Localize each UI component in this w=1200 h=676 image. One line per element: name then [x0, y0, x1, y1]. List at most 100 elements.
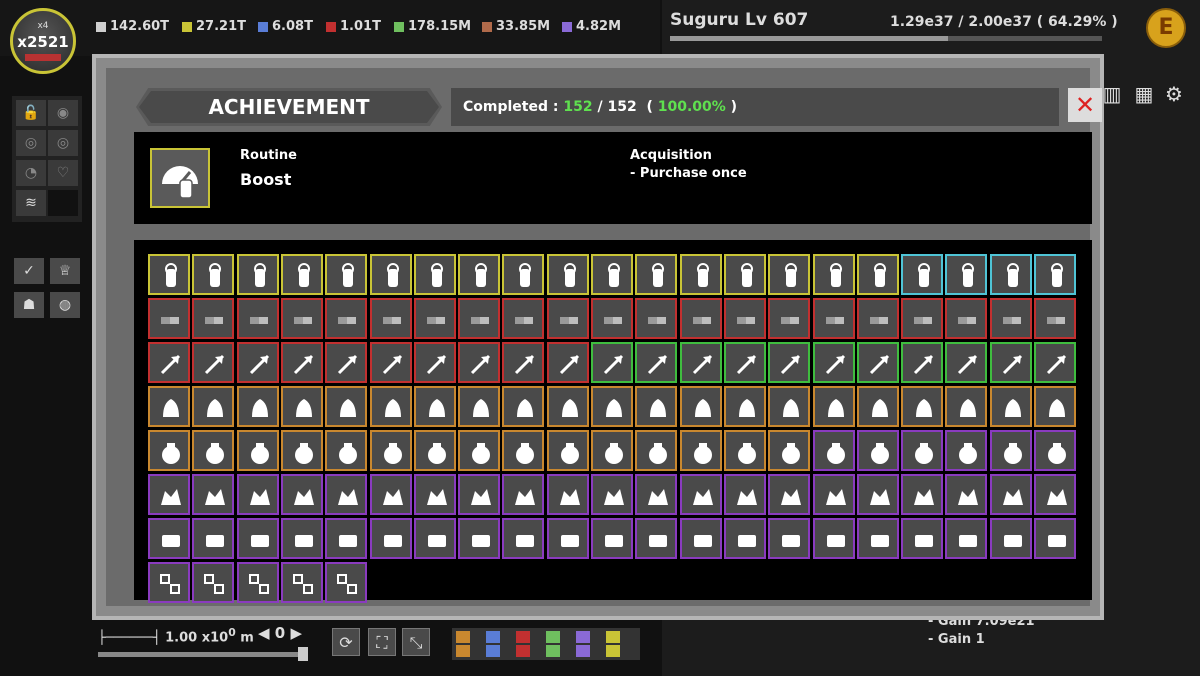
achievement-cell[interactable]	[768, 518, 810, 559]
achievement-cell[interactable]	[547, 518, 589, 559]
achievement-cell[interactable]	[325, 342, 367, 383]
resize-icon[interactable]: ⤡	[402, 628, 430, 656]
achievement-cell[interactable]	[724, 430, 766, 471]
achievement-cell[interactable]	[591, 518, 633, 559]
achievement-cell[interactable]	[325, 298, 367, 339]
achievement-cell[interactable]	[370, 386, 412, 427]
achievement-cell[interactable]	[370, 518, 412, 559]
bag-plus-icon[interactable]: ◎	[48, 130, 78, 156]
achievement-cell[interactable]	[990, 386, 1032, 427]
achievement-cell[interactable]	[458, 254, 500, 295]
achievement-cell[interactable]	[502, 254, 544, 295]
achievement-cell[interactable]	[325, 254, 367, 295]
achievement-cell[interactable]	[325, 562, 367, 603]
achievement-cell[interactable]	[458, 518, 500, 559]
clipboard-icon[interactable]: ✓	[14, 258, 44, 284]
achievement-cell[interactable]	[990, 430, 1032, 471]
achievement-cell[interactable]	[901, 518, 943, 559]
achievement-cell[interactable]	[148, 474, 190, 515]
achievement-cell[interactable]	[635, 518, 677, 559]
achievement-cell[interactable]	[414, 474, 456, 515]
achievement-cell[interactable]	[192, 254, 234, 295]
quick-strip[interactable]	[452, 628, 640, 660]
achievement-cell[interactable]	[237, 518, 279, 559]
achievement-cell[interactable]	[281, 562, 323, 603]
achievement-cell[interactable]	[281, 298, 323, 339]
achievement-cell[interactable]	[591, 254, 633, 295]
chevron-right-icon[interactable]: ▶	[290, 624, 302, 642]
spiral-icon[interactable]: ◍	[50, 292, 80, 318]
achievement-cell[interactable]	[414, 254, 456, 295]
strip-swatch[interactable]	[516, 631, 530, 643]
achievement-cell[interactable]	[414, 342, 456, 383]
pie-icon[interactable]: ◔	[16, 160, 46, 186]
achievement-cell[interactable]	[901, 430, 943, 471]
achievement-cell[interactable]	[325, 474, 367, 515]
achievement-cell[interactable]	[370, 342, 412, 383]
achievement-cell[interactable]	[458, 386, 500, 427]
heart-icon[interactable]: ♡	[48, 160, 78, 186]
achievement-cell[interactable]	[547, 430, 589, 471]
achievement-cell[interactable]	[237, 254, 279, 295]
achievement-cell[interactable]	[281, 518, 323, 559]
achievement-cell[interactable]	[414, 518, 456, 559]
achievement-cell[interactable]	[990, 474, 1032, 515]
strip-swatch[interactable]	[606, 631, 620, 643]
achievement-cell[interactable]	[857, 298, 899, 339]
close-icon[interactable]: ✕	[1068, 88, 1102, 122]
bag-x-icon[interactable]: ◎	[16, 130, 46, 156]
achievement-cell[interactable]	[370, 474, 412, 515]
achievement-cell[interactable]	[370, 254, 412, 295]
achievement-cell[interactable]	[901, 474, 943, 515]
multiplier-badge[interactable]: x4 x2521	[10, 8, 76, 74]
achievement-cell[interactable]	[1034, 342, 1076, 383]
strip-swatch[interactable]	[576, 645, 590, 657]
coin-icon[interactable]: E	[1146, 8, 1186, 48]
achievement-cell[interactable]	[458, 298, 500, 339]
achievement-cell[interactable]	[547, 298, 589, 339]
achievement-cell[interactable]	[325, 430, 367, 471]
achievement-cell[interactable]	[635, 342, 677, 383]
achievement-cell[interactable]	[325, 386, 367, 427]
achievement-cell[interactable]	[237, 474, 279, 515]
achievement-cell[interactable]	[148, 562, 190, 603]
achievement-cell[interactable]	[192, 342, 234, 383]
achievement-cell[interactable]	[458, 474, 500, 515]
achievement-cell[interactable]	[857, 430, 899, 471]
achievement-cell[interactable]	[148, 386, 190, 427]
strip-swatch[interactable]	[516, 645, 530, 657]
achievement-cell[interactable]	[724, 254, 766, 295]
achievement-cell[interactable]	[502, 386, 544, 427]
achievement-cell[interactable]	[547, 342, 589, 383]
achievement-cell[interactable]	[1034, 430, 1076, 471]
achievement-cell[interactable]	[857, 342, 899, 383]
achievement-cell[interactable]	[945, 386, 987, 427]
achievement-cell[interactable]	[148, 430, 190, 471]
achievement-cell[interactable]	[148, 254, 190, 295]
achievement-cell[interactable]	[370, 430, 412, 471]
achievement-cell[interactable]	[325, 518, 367, 559]
achievement-cell[interactable]	[502, 298, 544, 339]
strip-swatch[interactable]	[546, 631, 560, 643]
strip-swatch[interactable]	[486, 645, 500, 657]
achievement-cell[interactable]	[591, 342, 633, 383]
achievement-cell[interactable]	[502, 430, 544, 471]
achievement-cell[interactable]	[281, 474, 323, 515]
achievement-cell[interactable]	[237, 298, 279, 339]
achievement-cell[interactable]	[192, 430, 234, 471]
achievement-cell[interactable]	[724, 518, 766, 559]
achievement-cell[interactable]	[724, 474, 766, 515]
achievement-cell[interactable]	[635, 430, 677, 471]
achievement-cell[interactable]	[192, 298, 234, 339]
achievement-cell[interactable]	[414, 430, 456, 471]
achievement-cell[interactable]	[370, 298, 412, 339]
achievement-cell[interactable]	[680, 474, 722, 515]
achievement-cell[interactable]	[1034, 386, 1076, 427]
achievement-cell[interactable]	[901, 342, 943, 383]
strip-swatch[interactable]	[456, 645, 470, 657]
frame-icon[interactable]: ⛶	[368, 628, 396, 656]
achievement-cell[interactable]	[990, 254, 1032, 295]
achievement-cell[interactable]	[237, 386, 279, 427]
achievement-cell[interactable]	[768, 386, 810, 427]
achievement-cell[interactable]	[192, 518, 234, 559]
